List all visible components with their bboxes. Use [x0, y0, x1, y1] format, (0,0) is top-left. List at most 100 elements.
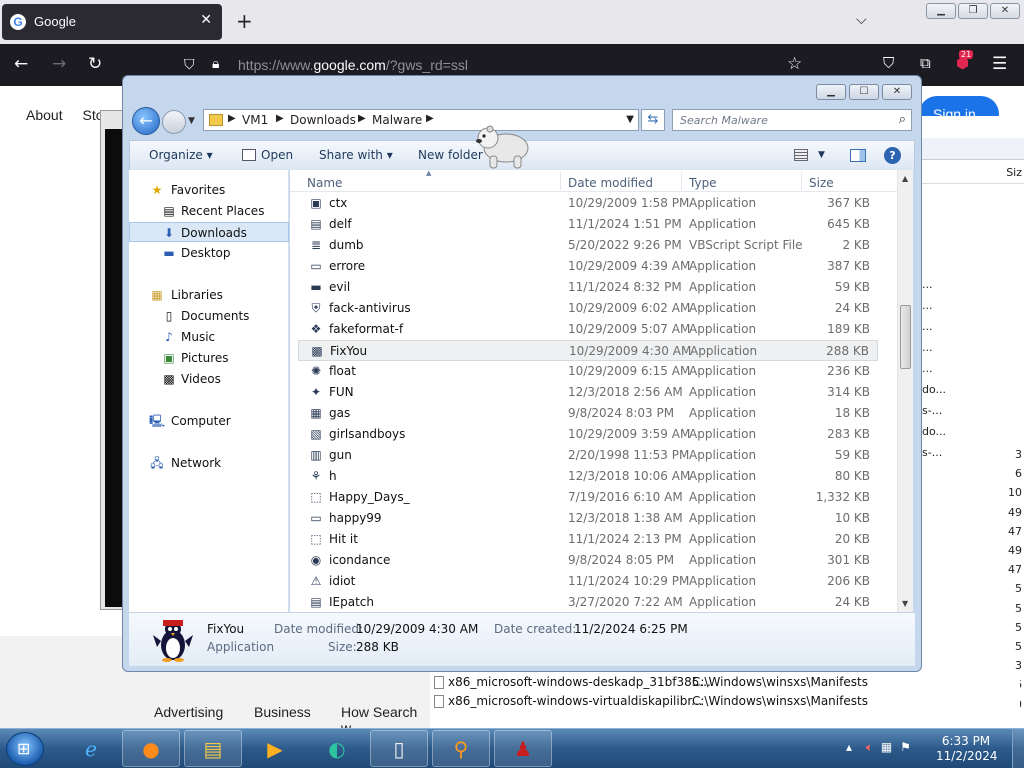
forward-arrow-icon[interactable]: → [52, 54, 66, 74]
help-icon[interactable]: ? [884, 147, 901, 164]
view-dropdown-icon[interactable]: ▼ [818, 150, 825, 160]
breadcrumb-downloads[interactable]: Downloads [290, 113, 356, 127]
address-dropdown-icon[interactable]: ▼ [626, 114, 634, 125]
file-row[interactable]: ⚘ h 12/3/2018 10:06 AM Application 80 KB [298, 466, 878, 487]
tab-list-chevron-icon[interactable]: ⌵ [856, 12, 867, 28]
nav-pictures[interactable]: ▣ Pictures [129, 348, 289, 368]
column-name[interactable]: Name [307, 176, 342, 190]
tray-expand-icon[interactable]: ▴ [846, 740, 852, 754]
tray-action-center-icon[interactable]: ⚑ [900, 740, 911, 754]
taskbar-clock[interactable]: 6:33 PM 11/2/2024 [936, 734, 998, 764]
breadcrumb-arrow-icon[interactable]: ▶ [276, 113, 284, 124]
search-box[interactable]: Search Malware ⌕ [672, 109, 912, 131]
file-row[interactable]: ⬚ Hit it 11/1/2024 2:13 PM Application 20 KB [298, 529, 878, 550]
organize-button[interactable]: Organize ▾ [149, 148, 213, 162]
file-row[interactable]: ✦ FUN 12/3/2018 2:56 AM Application 314 KB [298, 382, 878, 403]
explorer-close-button[interactable]: ✕ [882, 84, 912, 100]
taskbar-penguin-icon[interactable]: ♟ [494, 730, 552, 767]
share-with-button[interactable]: Share with ▾ [319, 148, 393, 162]
nav-music[interactable]: ♪ Music [129, 327, 289, 347]
file-row[interactable]: ▣ ctx 10/29/2009 1:58 PM Application 367 KB [298, 193, 878, 214]
column-size[interactable]: Size [809, 176, 834, 190]
breadcrumb-vm1[interactable]: VM1 [242, 113, 268, 127]
extensions-icon[interactable]: ⧉ [920, 54, 931, 72]
explorer-minimize-button[interactable]: ▁ [816, 84, 846, 100]
vertical-scrollbar[interactable]: ▲ ▼ [897, 170, 913, 612]
minimize-button[interactable]: ▁ [926, 3, 956, 19]
file-row[interactable]: ▤ delf 11/1/2024 1:51 PM Application 645 KB [298, 214, 878, 235]
tab-close-icon[interactable]: ✕ [200, 12, 212, 28]
breadcrumb-malware[interactable]: Malware [372, 113, 422, 127]
change-view-icon[interactable] [794, 149, 808, 161]
show-desktop-button[interactable] [1012, 729, 1024, 768]
file-row[interactable]: ▩ FixYou 10/29/2009 4:30 AM Application 288 … [298, 340, 878, 361]
search-icon[interactable]: ⌕ [899, 112, 906, 127]
file-row[interactable]: ❖ fakeformat-f 10/29/2009 5:07 AM Applicati… [298, 319, 878, 340]
breadcrumb-arrow-icon[interactable]: ▶ [228, 113, 236, 124]
taskbar-app-icon[interactable]: ◐ [308, 730, 366, 767]
pocket-icon[interactable]: ⛉ [883, 54, 894, 72]
scroll-thumb[interactable] [900, 305, 911, 369]
file-row[interactable]: ▥ gun 2/20/1998 11:53 PM Application 59 KB [298, 445, 878, 466]
file-row[interactable]: ⚠ idiot 11/1/2024 10:29 PM Application 206 K… [298, 571, 878, 592]
nav-network[interactable]: 🖧︎ Network [129, 453, 289, 473]
close-button[interactable]: ✕ [990, 3, 1020, 19]
address-bar[interactable]: ▶ VM1 ▶ Downloads ▶ Malware ▶ ▼ [203, 109, 639, 131]
nav-computer[interactable]: 🖳︎ Computer [129, 411, 289, 431]
file-row[interactable]: ◉ icondance 9/8/2024 8:05 PM Application 301… [298, 550, 878, 571]
nav-documents[interactable]: ▯ Documents [129, 306, 289, 326]
taskbar-media-player-icon[interactable]: ▶ [246, 730, 304, 767]
tray-network-icon[interactable]: ▦ [881, 740, 892, 754]
shield-icon[interactable]: ⛉ [184, 57, 195, 73]
file-row[interactable]: ▬ evil 11/1/2024 8:32 PM Application 59 KB [298, 277, 878, 298]
breadcrumb-arrow-icon[interactable]: ▶ [426, 113, 434, 124]
recent-pages-dropdown-icon[interactable]: ▼ [188, 116, 195, 126]
file-row[interactable]: ⬚ Happy_Days_ 7/19/2016 6:10 AM Application… [298, 487, 878, 508]
background-console-window[interactable] [100, 110, 124, 610]
back-arrow-icon[interactable]: ← [14, 54, 28, 74]
tray-volume-muted-icon[interactable]: 🔈︎ [866, 740, 873, 754]
bookmark-star-icon[interactable]: ☆ [787, 54, 802, 74]
preview-pane-icon[interactable] [850, 149, 866, 162]
about-link[interactable]: About [26, 107, 63, 123]
nav-downloads[interactable]: ⬇ Downloads [129, 222, 289, 242]
open-button[interactable]: Open [261, 148, 293, 162]
nav-desktop[interactable]: ▬ Desktop [129, 243, 289, 263]
refresh-button[interactable]: ⇆ [641, 109, 665, 131]
file-row[interactable]: ▤ IEpatch 3/27/2020 7:22 AM Application 24 K… [298, 592, 878, 613]
restore-button[interactable]: ❐ [958, 3, 988, 19]
background-row[interactable]: x86_microsoft-windows-deskadp_31bf385...… [434, 675, 868, 689]
file-row[interactable]: ▭ happy99 12/3/2018 1:38 AM Application 10 K… [298, 508, 878, 529]
file-row[interactable]: ✺ float 10/29/2009 6:15 AM Application 236 K… [298, 361, 878, 382]
taskbar-ie-icon[interactable]: ℯ [62, 730, 120, 767]
file-row[interactable]: ▦ gas 9/8/2024 8:03 PM Application 18 KB [298, 403, 878, 424]
taskbar-firefox-icon[interactable]: ● [122, 730, 180, 767]
scroll-down-icon[interactable]: ▼ [902, 599, 908, 608]
advertising-link[interactable]: Advertising [154, 704, 223, 720]
file-row[interactable]: ▭ errore 10/29/2009 4:39 AM Application 387 … [298, 256, 878, 277]
breadcrumb-arrow-icon[interactable]: ▶ [358, 113, 366, 124]
lock-icon[interactable]: 🔒︎ [212, 56, 219, 72]
file-row[interactable]: ▧ girlsandboys 10/29/2009 3:59 AM Applicati… [298, 424, 878, 445]
start-button[interactable]: ⊞ [6, 732, 44, 766]
explorer-maximize-button[interactable]: ☐ [849, 84, 879, 100]
column-date-modified[interactable]: Date modified [568, 176, 653, 190]
explorer-back-button[interactable]: ← [132, 107, 160, 135]
menu-icon[interactable]: ☰ [992, 54, 1007, 74]
nav-recent-places[interactable]: ▤ Recent Places [129, 201, 289, 221]
file-row[interactable]: ≣ dumb 5/20/2022 9:26 PM VBScript Script Fi… [298, 235, 878, 256]
file-row[interactable]: ⛨ fack-antivirus 10/29/2009 6:02 AM Applica… [298, 298, 878, 319]
url-text[interactable]: https://www.google.com/?gws_rd=ssl [238, 57, 468, 73]
explorer-forward-button[interactable] [162, 110, 186, 134]
taskbar-document-icon[interactable]: ▯ [370, 730, 428, 767]
browser-tab-google[interactable]: G Google ✕ [2, 4, 222, 40]
background-row[interactable]: x86_microsoft-windows-virtualdiskapilibr… [434, 694, 868, 708]
nav-videos[interactable]: ▩ Videos [129, 369, 289, 389]
nav-libraries[interactable]: ▦ Libraries [129, 285, 289, 305]
scroll-up-icon[interactable]: ▲ [902, 174, 908, 183]
business-link[interactable]: Business [254, 704, 311, 720]
taskbar-search-tool-icon[interactable]: ⚲ [432, 730, 490, 767]
column-type[interactable]: Type [689, 176, 717, 190]
taskbar-explorer-icon[interactable]: ▤ [184, 730, 242, 767]
nav-favorites[interactable]: ★ Favorites [129, 180, 289, 200]
